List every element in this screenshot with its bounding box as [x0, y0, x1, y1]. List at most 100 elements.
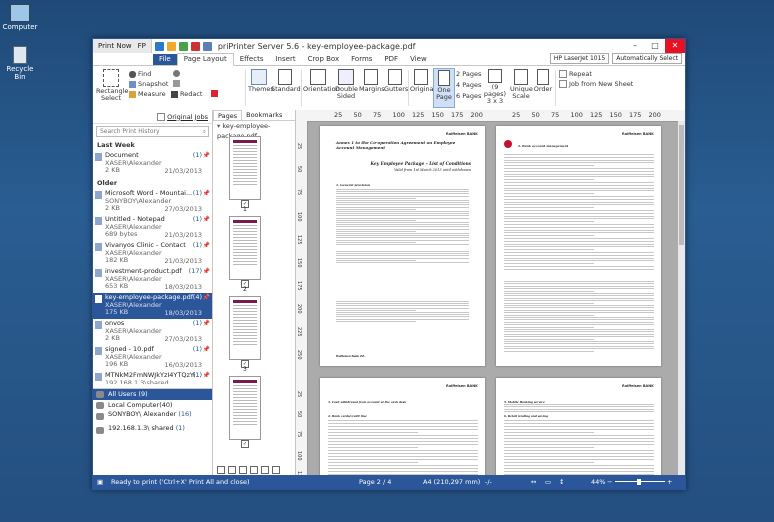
user-shared[interactable]: 192.168.1.3\ shared (1): [93, 425, 212, 439]
list-item[interactable]: Document XASER\Alexander 2 KB (1) 21/03/2013…: [93, 151, 212, 177]
text-line: [504, 229, 654, 231]
tab-pdf[interactable]: PDF: [378, 54, 404, 65]
tab-bookmarks[interactable]: Bookmarks: [242, 110, 286, 120]
fit-width-icon[interactable]: ↔: [531, 478, 536, 486]
pin-icon[interactable]: 📌: [203, 242, 210, 250]
pin-icon[interactable]: 📌: [203, 294, 210, 302]
text-line: [504, 212, 654, 214]
tab-page-layout[interactable]: Page Layout: [176, 53, 234, 66]
list-item[interactable]: MTNkM2FmNWJkYzI4YTQzYi... 192.168.1.3\sha…: [93, 371, 212, 384]
pin-icon[interactable]: 📌: [203, 346, 210, 354]
fit-height-icon[interactable]: ↕: [559, 478, 564, 486]
paper-size[interactable]: A4 (210,297 mm): [423, 478, 480, 486]
pin-icon[interactable]: 📌: [203, 372, 210, 380]
page-thumbnail[interactable]: [229, 376, 261, 440]
orientation-button[interactable]: Orientation: [303, 69, 340, 93]
ruler-tick-label: 25: [512, 111, 521, 119]
job-from-new-sheet-checkbox[interactable]: Job from New Sheet: [559, 80, 633, 88]
zoom-out-button[interactable]: −: [607, 478, 612, 486]
pin-icon[interactable]: 📌: [203, 152, 210, 160]
page-indicator[interactable]: Page 2 / 4: [359, 478, 391, 486]
list-item[interactable]: Untitled - Notepad XASER\Alexander 689 byt…: [93, 215, 212, 241]
tab-forms[interactable]: Forms: [345, 54, 378, 65]
one-page-button[interactable]: One Page: [433, 68, 455, 108]
list-item[interactable]: Vivanyos Clinic - Contact XASER\Alexander…: [93, 241, 212, 267]
save-icon[interactable]: [202, 41, 212, 51]
print-icon[interactable]: [190, 41, 200, 51]
nine-pages-button[interactable]: (9 pages) 3 x 3: [481, 69, 509, 105]
thumbnail-file-name[interactable]: ▾ key-employee-package.pdf: [213, 121, 295, 140]
recent-icon[interactable]: [166, 41, 176, 51]
double-sided-button[interactable]: Double Sided: [335, 69, 358, 100]
zoom-out-icon[interactable]: [261, 465, 269, 474]
tab-view[interactable]: View: [404, 54, 433, 65]
document-viewer[interactable]: 25 50 75 100 125 150 175 200 25 50 75 100 125 150 175 2…: [296, 110, 685, 475]
printer-dropdown[interactable]: HP LaserJet 1015: [549, 53, 610, 64]
gutters-button[interactable]: Gutters: [384, 69, 408, 93]
unique-scale-button[interactable]: Unique Scale: [510, 69, 533, 100]
list-item[interactable]: Microsoft Word - Mountai... SONYBOY\Alexa…: [93, 189, 212, 215]
rotate-left-icon[interactable]: [239, 465, 247, 474]
find-button[interactable]: Find: [129, 70, 151, 78]
fp-button[interactable]: FP: [138, 42, 146, 50]
zoom-in-icon[interactable]: [272, 465, 280, 474]
thumbnail-checkbox[interactable]: ✓: [241, 440, 249, 448]
desktop-icon-recycle-bin[interactable]: Recycle Bin: [0, 46, 40, 81]
fit-page-icon[interactable]: ▭: [545, 478, 551, 486]
pin-icon[interactable]: 📌: [203, 320, 210, 328]
pin-icon[interactable]: 📌: [203, 190, 210, 198]
measure-button[interactable]: Measure: [129, 90, 166, 98]
print-now-button[interactable]: Print Now: [98, 42, 132, 50]
rectangle-select-button[interactable]: Rectangle Select: [96, 69, 128, 102]
mode-dropdown[interactable]: Automatically Select: [612, 53, 682, 64]
tab-pages[interactable]: Pages: [213, 110, 243, 120]
pin-icon[interactable]: 📌: [203, 268, 210, 276]
six-pages-button[interactable]: 6 Pages: [456, 92, 481, 100]
tab-crop-box[interactable]: Crop Box: [302, 54, 346, 65]
add-page-icon[interactable]: [217, 465, 225, 474]
vertical-scrollbar[interactable]: [678, 121, 685, 475]
list-item[interactable]: key-employee-package.pdf XASER\Alexander 1…: [93, 293, 212, 319]
page-thumbnail[interactable]: [229, 216, 261, 280]
remove-page-icon[interactable]: [228, 465, 236, 474]
ruler-tick-label: 100: [296, 451, 302, 461]
original-jobs-checkbox[interactable]: [157, 112, 166, 121]
order-button[interactable]: Order: [533, 69, 553, 93]
list-item[interactable]: investment-product.pdf XASER\Alexander 653…: [93, 267, 212, 293]
zoom-in-button[interactable]: +: [667, 478, 672, 486]
rotate-right-icon[interactable]: [250, 465, 258, 474]
user-sonyboy[interactable]: SONYBOY\ Alexander (16): [93, 411, 212, 425]
list-item[interactable]: onvos XASER\Alexander 2 KB (1) 27/03/2013 📌: [93, 319, 212, 345]
desktop-icon-computer[interactable]: Computer: [0, 4, 40, 31]
repeat-checkbox[interactable]: Repeat: [559, 70, 592, 78]
two-pages-button[interactable]: 2 Pages: [456, 70, 481, 78]
redact-button[interactable]: Redact: [171, 90, 202, 98]
tab-effects[interactable]: Effects: [234, 54, 270, 65]
text-line: [336, 316, 469, 318]
font-color-icon[interactable]: [211, 90, 218, 97]
close-icon[interactable]: ✕: [665, 39, 685, 53]
rotate-icon[interactable]: [173, 70, 180, 77]
scroll-thumb[interactable]: [679, 125, 684, 245]
user-all-users[interactable]: All Users (9): [93, 389, 212, 400]
search-input[interactable]: Search Print History ⌕: [96, 126, 209, 137]
tab-insert[interactable]: Insert: [269, 54, 301, 65]
page-thumbnail[interactable]: [229, 136, 261, 200]
original-button[interactable]: Original: [410, 69, 435, 93]
flip-icon[interactable]: [173, 80, 180, 87]
standard-button[interactable]: Standard: [271, 69, 301, 93]
refresh-icon[interactable]: [178, 41, 188, 51]
themes-button[interactable]: Themes: [248, 69, 274, 93]
minimize-icon[interactable]: –: [625, 39, 645, 53]
four-pages-button[interactable]: 4 Pages: [456, 81, 481, 89]
open-icon[interactable]: [154, 41, 164, 51]
margins-button[interactable]: Margins: [359, 69, 385, 93]
maximize-icon[interactable]: □: [645, 39, 665, 53]
list-item[interactable]: signed - 10.pdf XASER\Alexander 196 KB (1) 1…: [93, 345, 212, 371]
text-line: [504, 198, 654, 200]
tab-file[interactable]: File: [153, 54, 177, 65]
pin-icon[interactable]: 📌: [203, 216, 210, 224]
zoom-slider-thumb[interactable]: [637, 479, 641, 485]
page-thumbnail[interactable]: [229, 296, 261, 360]
snapshot-button[interactable]: Snapshot: [129, 80, 168, 88]
